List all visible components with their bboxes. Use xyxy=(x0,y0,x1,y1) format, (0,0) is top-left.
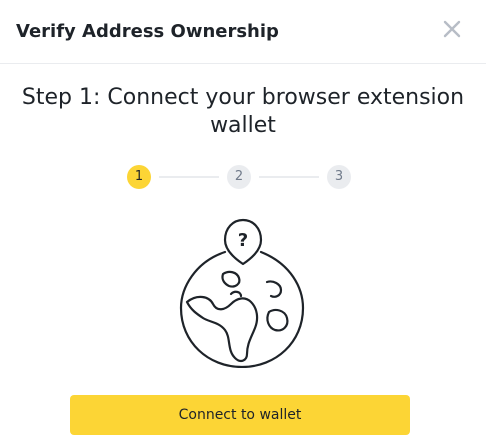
step-indicator-1: 1 xyxy=(127,165,151,189)
stepper: 1 2 3 xyxy=(0,165,486,191)
step-connector xyxy=(159,176,219,178)
dialog-title: Verify Address Ownership xyxy=(16,21,279,42)
connect-wallet-button[interactable]: Connect to wallet xyxy=(70,395,410,435)
dialog-header: Verify Address Ownership xyxy=(0,0,486,64)
verify-address-dialog: Verify Address Ownership Step 1: Connect… xyxy=(0,0,486,445)
globe-question-icon: ? xyxy=(175,218,311,369)
pin-question-mark: ? xyxy=(238,230,248,251)
close-icon[interactable] xyxy=(441,18,463,40)
step-indicator-2: 2 xyxy=(227,165,251,189)
close-button[interactable] xyxy=(441,18,463,40)
step-heading: Step 1: Connect your browser extension w… xyxy=(21,85,465,138)
step-connector xyxy=(259,176,319,178)
step-indicator-3: 3 xyxy=(327,165,351,189)
